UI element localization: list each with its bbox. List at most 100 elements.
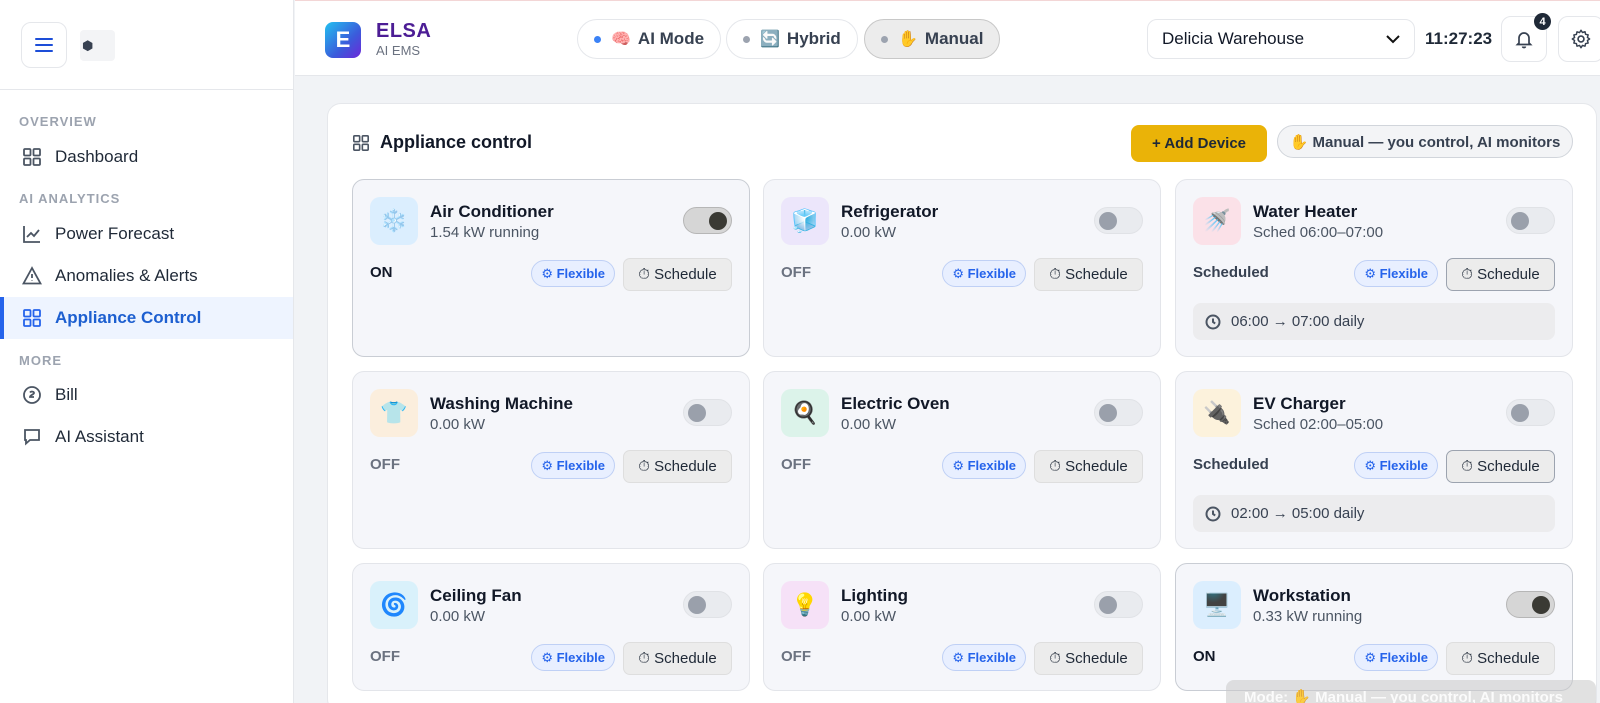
device-power: 1.54 kW running (430, 224, 540, 241)
power-toggle[interactable] (1506, 591, 1555, 618)
device-card-refrigerator: 🧊 Refrigerator 0.00 kW OFF ⚙ Flexible ⏱ Sched… (763, 179, 1161, 357)
device-card-air-conditioner: ❄️ Air Conditioner 1.54 kW running ON ⚙ Flex… (352, 179, 750, 357)
device-state: ON (1193, 648, 1216, 665)
power-toggle[interactable] (683, 207, 732, 234)
device-card-ceiling-fan: 🌀 Ceiling Fan 0.00 kW OFF ⚙ Flexible ⏱ Schedu… (352, 563, 750, 691)
flexible-tag[interactable]: ⚙ Flexible (942, 260, 1026, 287)
mode-hybrid-button[interactable]: 🔄 Hybrid (726, 19, 858, 59)
device-card-water-heater: 🚿 Water Heater Sched 06:00–07:00 Scheduled ⚙… (1175, 179, 1573, 357)
hamburger-icon (35, 38, 53, 52)
ceiling-fan-icon: 🌀 (370, 581, 418, 629)
flexible-tag[interactable]: ⚙ Flexible (1354, 644, 1438, 671)
device-power: 0.00 kW (841, 224, 897, 241)
mode-status-pill: ✋ Manual — you control, AI monitors (1277, 125, 1573, 158)
sidebar-item-bill[interactable]: Bill (0, 374, 293, 416)
menu-toggle-button[interactable] (21, 22, 67, 68)
schedule-button[interactable]: ⏱ Schedule (1034, 642, 1143, 675)
site-select[interactable]: Delicia Warehouse (1147, 19, 1415, 59)
notifications-button[interactable]: 4 (1501, 13, 1551, 62)
air-conditioner-icon: ❄️ (370, 197, 418, 245)
device-name: Air Conditioner (430, 202, 554, 221)
sidebar-item-label: AI Assistant (55, 427, 144, 446)
section-overview: OVERVIEW (19, 114, 97, 129)
clock: 11:27:23 (1425, 29, 1493, 48)
schedule-button[interactable]: ⏱ Schedule (623, 642, 732, 675)
mode-label: Manual (924, 29, 984, 48)
brand-logo-icon: E (325, 22, 361, 58)
schedule-button[interactable]: ⏱ Schedule (1446, 642, 1555, 675)
sidebar-item-anomalies-alerts[interactable]: Anomalies & Alerts (0, 255, 293, 297)
device-state: OFF (781, 648, 811, 665)
hand-icon: ✋ (898, 31, 918, 48)
power-toggle[interactable] (1094, 591, 1143, 618)
device-name: Workstation (1253, 586, 1351, 605)
device-power: 0.33 kW running (1253, 608, 1363, 625)
device-card-washing-machine: 👕 Washing Machine 0.00 kW OFF ⚙ Flexible ⏱ Sc… (352, 371, 750, 549)
power-toggle[interactable] (1094, 399, 1143, 426)
flexible-tag[interactable]: ⚙ Flexible (1354, 452, 1438, 479)
toggle-knob (1099, 596, 1117, 614)
logo-glyph: ⬢ (82, 37, 94, 53)
device-card-ev-charger: 🔌 EV Charger Sched 02:00–05:00 Scheduled ⚙ F… (1175, 371, 1573, 549)
schedule-button[interactable]: ⏱ Schedule (1446, 450, 1555, 483)
device-state: Scheduled (1193, 456, 1269, 473)
brain-icon: 🧠 (611, 31, 631, 48)
flexible-tag[interactable]: ⚙ Flexible (942, 644, 1026, 671)
sidebar-header: ⬢ (0, 0, 293, 90)
toggle-knob (1511, 404, 1529, 422)
flexible-tag[interactable]: ⚙ Flexible (1354, 260, 1438, 287)
toggle-knob (1099, 404, 1117, 422)
schedule-button[interactable]: ⏱ Schedule (1446, 258, 1555, 291)
schedule-button[interactable]: ⏱ Schedule (623, 258, 732, 291)
power-toggle[interactable] (683, 591, 732, 618)
schedule-button[interactable]: ⏱ Schedule (1034, 450, 1143, 483)
device-name: Water Heater (1253, 202, 1358, 221)
device-state: OFF (781, 456, 811, 473)
site-select-value: Delicia Warehouse (1162, 29, 1305, 48)
sidebar-item-power-forecast[interactable]: Power Forecast (0, 213, 293, 255)
status-dot (881, 35, 888, 43)
power-toggle[interactable] (683, 399, 732, 426)
section-ai-analytics: AI ANALYTICS (19, 191, 121, 206)
workspace-logo[interactable]: ⬢ (80, 30, 115, 61)
sidebar-item-label: Anomalies & Alerts (55, 266, 198, 285)
mode-label: AI Mode (637, 29, 705, 48)
power-toggle[interactable] (1506, 207, 1555, 234)
schedule-button[interactable]: ⏱ Schedule (623, 450, 732, 483)
sidebar-item-dashboard[interactable]: Dashboard (0, 136, 293, 178)
schedule-summary: 06:00 → 07:00 daily (1193, 303, 1555, 340)
device-power: 0.00 kW (430, 608, 486, 625)
toggle-knob (1099, 212, 1117, 230)
schedule-button[interactable]: ⏱ Schedule (1034, 258, 1143, 291)
ev-charger-icon: 🔌 (1193, 389, 1241, 437)
sidebar-item-appliance-control[interactable]: Appliance Control (0, 297, 293, 339)
mode-ai-button[interactable]: 🧠 AI Mode (577, 19, 722, 59)
flexible-tag[interactable]: ⚙ Flexible (531, 644, 615, 671)
grid-icon (23, 309, 41, 327)
device-state: OFF (781, 264, 811, 281)
status-dot (743, 35, 750, 43)
sidebar-item-ai-assistant[interactable]: AI Assistant (0, 416, 293, 458)
mode-manual-button[interactable]: ✋ Manual (864, 19, 1001, 59)
flexible-tag[interactable]: ⚙ Flexible (531, 452, 615, 479)
mode-label: Hybrid (786, 29, 841, 48)
brand-subtitle: AI EMS (376, 43, 421, 58)
washing-machine-icon: 👕 (370, 389, 418, 437)
flexible-tag[interactable]: ⚙ Flexible (942, 452, 1026, 479)
toggle-knob (688, 404, 706, 422)
status-dot (594, 35, 601, 43)
power-toggle[interactable] (1094, 207, 1143, 234)
section-more: MORE (19, 353, 62, 368)
bell-icon (1515, 32, 1533, 49)
clock-icon (1205, 314, 1221, 329)
device-name: Ceiling Fan (430, 586, 522, 605)
power-toggle[interactable] (1506, 399, 1555, 426)
settings-button[interactable] (1558, 16, 1600, 62)
add-device-button[interactable]: + Add Device (1131, 125, 1267, 162)
device-name: Lighting (841, 586, 909, 605)
device-name: Washing Machine (430, 394, 573, 413)
chat-icon (24, 429, 40, 446)
flexible-tag[interactable]: ⚙ Flexible (531, 260, 615, 287)
mode-toast: Mode: ✋ Manual — you control, AI monitor… (1226, 680, 1596, 703)
schedule-text: 06:00 → 07:00 daily (1231, 313, 1365, 330)
